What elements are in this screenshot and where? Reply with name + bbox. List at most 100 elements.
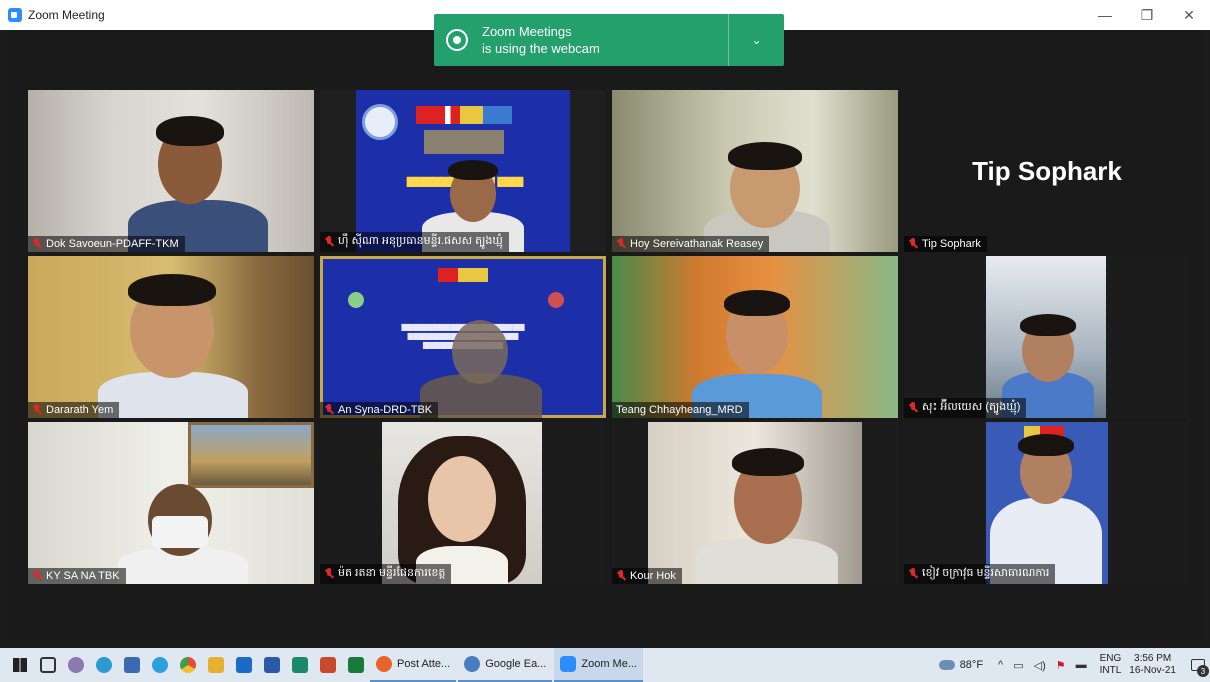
edge-icon [96, 657, 112, 673]
logo-emblem [348, 292, 364, 308]
keyboard-layout: INTL [1099, 665, 1122, 676]
flags-banner [438, 268, 488, 282]
participant-image [128, 110, 268, 252]
participant-image [118, 482, 248, 584]
weather-cloud-icon [938, 660, 955, 670]
video-tile[interactable]: ▆▆▆▆▆▆ ▆▆▆▆ ▆▆▆ ហ៊ឹ ស៊ីណា អនុប្រធានមន្ទី… [320, 90, 606, 252]
taskbar-app[interactable] [62, 648, 90, 682]
taskbar-powerpoint[interactable] [314, 648, 342, 682]
wall-painting [188, 422, 314, 488]
participant-name-label: ខៀវ ចក្រាវុធ មន្ទីរសាធារណការ [904, 564, 1056, 584]
participant-name-label: Teang Chhayheang_MRD [612, 402, 749, 418]
taskbar-publisher[interactable] [286, 648, 314, 682]
excel-icon [348, 657, 364, 673]
google-earth-icon [464, 656, 481, 672]
face-mask [152, 516, 208, 548]
window-controls: — ❐ ✕ [1084, 0, 1210, 30]
muted-mic-icon [324, 236, 334, 248]
taskbar-outlook[interactable] [230, 648, 258, 682]
taskbar-window-label: Google Ea... [485, 658, 547, 670]
participant-name-label: សុះ អ៊ីលយេស (ត្បូងឃ្មុំ) [904, 398, 1027, 418]
notification-line-2: is using the webcam [482, 41, 600, 56]
muted-mic-icon [908, 402, 918, 414]
taskbar-window-zoom[interactable]: Zoom Me... [554, 648, 643, 682]
video-tile[interactable]: Hoy Sereivathanak Reasey [612, 90, 898, 252]
participant-name-label: Dok Savoeun-PDAFF-TKM [28, 236, 185, 252]
clock[interactable]: 3:56 PM 16-Nov-21 [1129, 653, 1176, 677]
minimize-button[interactable]: — [1084, 0, 1126, 30]
flag-icon[interactable]: ⚑ [1056, 659, 1066, 672]
chrome-icon [180, 657, 196, 673]
muted-mic-icon [616, 238, 626, 250]
taskbar-window-label: Post Atte... [397, 658, 451, 670]
webcam-notification[interactable]: Zoom Meetings is using the webcam ⌄ [434, 14, 784, 66]
video-tile[interactable]: ម៉ត រតនា មន្ទីរផែនការខេត្ត [320, 422, 606, 584]
participant-image [420, 316, 542, 418]
video-tile[interactable]: ▆▆▆▆▆▆▆▆▆▆▆▆▆▆▆▆▆▆▆▆▆▆▆▆▆▆▆▆▆▆▆▆▆▆▆▆▆▆▆▆… [320, 256, 606, 418]
participant-image [398, 426, 526, 584]
weather-widget[interactable]: 88°F [938, 659, 983, 671]
video-tile[interactable]: KY SA NA TBK [28, 422, 314, 584]
logo-emblem [362, 104, 398, 140]
video-tile[interactable]: ខៀវ ចក្រាវុធ មន្ទីរសាធារណការ [904, 422, 1190, 584]
video-tile[interactable]: Tip Sophark Tip Sophark [904, 90, 1190, 252]
muted-mic-icon [324, 404, 334, 416]
taskbar-telegram[interactable] [146, 648, 174, 682]
participant-name-label: Dararath Yem [28, 402, 120, 418]
taskbar-chrome[interactable] [174, 648, 202, 682]
start-button[interactable] [6, 648, 34, 682]
muted-mic-icon [908, 238, 918, 250]
video-tile[interactable]: Kour Hok [612, 422, 898, 584]
taskbar-window-google-earth[interactable]: Google Ea... [458, 648, 553, 682]
show-hidden-icons-button[interactable]: ^ [998, 659, 1003, 671]
taskbar-edge[interactable] [90, 648, 118, 682]
video-tile[interactable]: Dararath Yem [28, 256, 314, 418]
participant-name-label: ហ៊ឹ ស៊ីណា អនុប្រធានមន្ទីរ.ផសស ត្បូងឃ្មុំ [320, 232, 509, 252]
telegram-icon [152, 657, 168, 673]
task-view-icon [40, 657, 56, 673]
close-button[interactable]: ✕ [1168, 0, 1210, 30]
participant-name-label: KY SA NA TBK [28, 568, 126, 584]
muted-mic-icon [32, 404, 42, 416]
muted-mic-icon [616, 570, 626, 582]
battery-icon[interactable]: ▭ [1013, 659, 1023, 672]
zoom-icon [560, 656, 577, 672]
notification-center-button[interactable]: 3 [1186, 648, 1210, 682]
taskbar-excel[interactable] [342, 648, 370, 682]
participant-image [696, 442, 838, 584]
webcam-icon [446, 29, 468, 51]
taskbar-store[interactable] [118, 648, 146, 682]
video-tile[interactable]: សុះ អ៊ីលយេស (ត្បូងឃ្មុំ) [904, 256, 1190, 418]
restore-button[interactable]: ❐ [1126, 0, 1168, 30]
keyboard-icon[interactable]: ▬ [1076, 659, 1087, 671]
notification-message: Zoom Meetings is using the webcam [482, 23, 728, 57]
store-icon [124, 657, 140, 673]
participant-image [98, 272, 248, 418]
muted-mic-icon [32, 570, 42, 582]
video-tile-active-speaker[interactable]: Teang Chhayheang_MRD [612, 256, 898, 418]
participant-display-name: Tip Sophark [972, 155, 1122, 186]
publisher-icon [292, 657, 308, 673]
window-title: Zoom Meeting [28, 8, 105, 22]
windows-logo-icon [13, 658, 27, 672]
muted-mic-icon [908, 568, 918, 580]
task-view-button[interactable] [34, 648, 62, 682]
taskbar-word[interactable] [258, 648, 286, 682]
clock-date: 16-Nov-21 [1129, 665, 1176, 676]
participant-name-label: An Syna-DRD-TBK [320, 402, 439, 418]
input-language[interactable]: ENG INTL [1100, 653, 1122, 677]
taskbar-window-firefox[interactable]: Post Atte... [370, 648, 457, 682]
notification-expand-button[interactable]: ⌄ [728, 14, 784, 66]
firefox-icon [376, 656, 392, 672]
zoom-window: Zoom Meeting — ❐ ✕ Zoom Meetings is usin… [0, 0, 1210, 682]
taskbar-explorer[interactable] [202, 648, 230, 682]
folder-icon [208, 657, 224, 673]
word-icon [264, 657, 280, 673]
notification-line-1: Zoom Meetings [482, 24, 572, 39]
muted-mic-icon [32, 238, 42, 250]
participant-image [692, 286, 822, 418]
video-tile[interactable]: Dok Savoeun-PDAFF-TKM [28, 90, 314, 252]
participant-name-label: ម៉ត រតនា មន្ទីរផែនការខេត្ត [320, 564, 452, 584]
volume-icon[interactable]: ◁) [1034, 659, 1046, 672]
zoom-app-icon [8, 8, 22, 22]
